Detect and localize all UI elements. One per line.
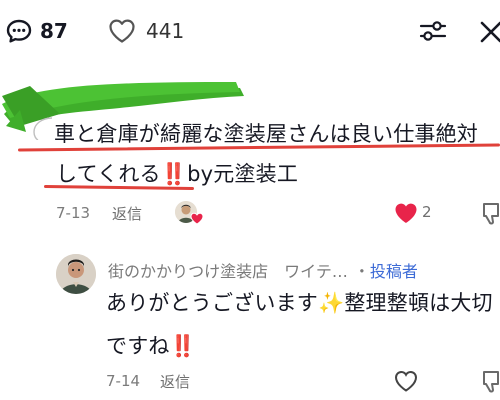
comment-text-line2-suffix: by元塗装工 <box>187 162 299 186</box>
filter-sliders-icon[interactable] <box>418 18 448 44</box>
comment-text-line2-main: してくれる <box>56 162 161 186</box>
comment-icon[interactable] <box>6 18 32 44</box>
double-exclamation-emoji-2: ‼️ <box>169 334 196 358</box>
comment-like-count: 2 <box>422 203 432 221</box>
reply-date: 7-14 <box>106 372 141 390</box>
reply-text-line1-a: ありがとうございます <box>106 291 318 315</box>
reply-text-line1: ありがとうございます✨整理整頓は大切 <box>106 287 493 317</box>
double-exclamation-emoji: ‼️ <box>160 162 188 186</box>
comment-heart-liked-icon[interactable] <box>394 202 418 224</box>
sparkles-emoji: ✨ <box>318 291 345 315</box>
comment-text-line2: してくれる‼️by元塗装工 <box>56 158 298 188</box>
author-tag: 投稿者 <box>369 262 418 281</box>
reply-text-line1-b: 整理整頓は大切 <box>344 291 493 315</box>
name-separator: ・ <box>353 262 370 281</box>
reply-text-line2-main: ですね <box>106 334 170 358</box>
comment-date: 7-13 <box>56 204 91 222</box>
dislike-icon[interactable] <box>480 200 500 226</box>
comment-reply-button[interactable]: 返信 <box>112 203 142 224</box>
reply-author-name[interactable]: 街のかかりつけ塗装店 ワイテ… <box>108 262 348 281</box>
reply-author-avatar[interactable] <box>56 254 96 294</box>
heart-icon[interactable] <box>108 18 136 44</box>
reply-reply-button[interactable]: 返信 <box>160 371 190 392</box>
reply-text-line2: ですね‼️ <box>106 330 196 360</box>
like-count: 441 <box>146 19 185 43</box>
close-icon[interactable] <box>478 18 500 44</box>
reply-header: 街のかかりつけ塗装店 ワイテ… ・投稿者 <box>108 258 418 282</box>
creator-liked-badge <box>175 201 205 227</box>
reply-dislike-icon[interactable] <box>480 368 500 394</box>
reply-heart-icon[interactable] <box>394 370 418 392</box>
comments-header: 87 441 <box>0 0 500 62</box>
heart-liked-icon <box>190 212 204 225</box>
comment-count: 87 <box>40 19 68 43</box>
commenter-avatar[interactable] <box>30 114 53 141</box>
